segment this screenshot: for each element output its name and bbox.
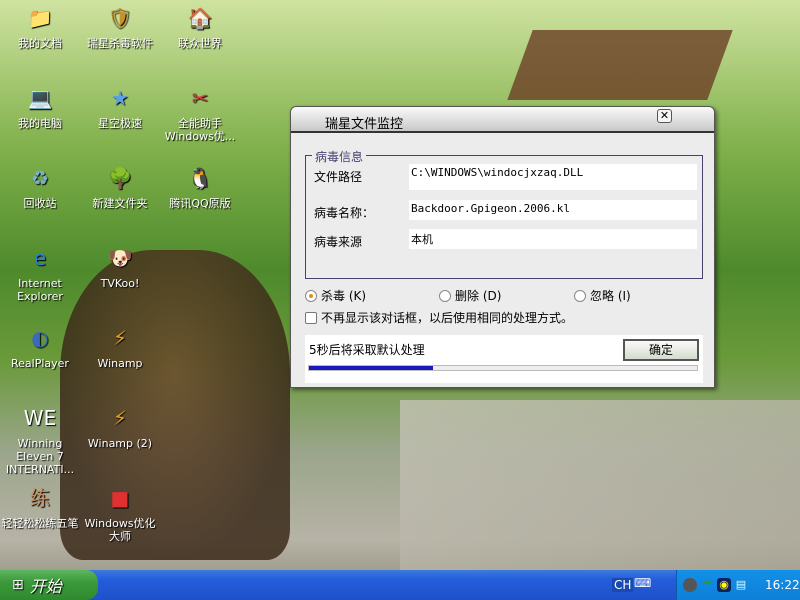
virus-name-field[interactable]: Backdoor.Gpigeon.2006.kl — [409, 200, 697, 220]
speaker-icon[interactable] — [683, 578, 697, 592]
network-monitor-icon[interactable]: ◉ — [717, 578, 731, 592]
desktop-icon[interactable]: 💻 我的电脑 — [0, 82, 80, 131]
icon-label: TVKoo! — [100, 277, 140, 290]
icon-label: 新建文件夹 — [92, 197, 148, 210]
start-label: 开始 — [29, 577, 62, 596]
wallpaper-stones — [400, 400, 800, 570]
icon-label: 我的文档 — [18, 37, 62, 50]
file-path-label: 文件路径 — [314, 170, 363, 184]
radio-label: 杀毒 (K) — [321, 289, 367, 303]
group-title: 病毒信息 — [312, 148, 367, 165]
app-icon: 🐧 — [187, 165, 213, 190]
progress-fill — [309, 366, 434, 370]
app-icon: 🌳 — [107, 165, 133, 190]
start-button[interactable]: ⊞ 开始 — [0, 570, 98, 600]
countdown-text: 5秒后将采取默认处理 — [309, 343, 425, 357]
desktop-icon[interactable]: e Internet Explorer — [0, 242, 80, 304]
icon-label: 瑞星杀毒软件 — [87, 37, 153, 50]
dont-show-checkbox[interactable]: 不再显示该对话框，以后使用相同的处理方式。 — [305, 309, 573, 326]
clock[interactable]: 16:22 — [765, 578, 800, 592]
desktop-icon[interactable]: 🐧 腾讯QQ原版 — [160, 162, 240, 211]
countdown-progress — [308, 365, 698, 371]
icon-label: RealPlayer — [11, 357, 69, 370]
radio-button[interactable] — [305, 289, 317, 302]
radio-button[interactable] — [574, 289, 586, 302]
radio-label: 删除 (D) — [455, 289, 502, 303]
keyboard-icon[interactable]: ⌨ — [634, 576, 651, 590]
icon-label: 我的电脑 — [18, 117, 62, 130]
desktop-icon[interactable]: WE Winning Eleven 7 INTERNATI... — [0, 402, 80, 477]
desktop-icon[interactable]: ♻ 回收站 — [0, 162, 80, 211]
icon-label: 轻轻松松练五笔 — [1, 517, 79, 530]
dialog-title: 瑞星文件监控 — [325, 117, 404, 132]
app-icon: 💻 — [27, 85, 53, 110]
icon-label: 全能助手 Windows优... — [164, 117, 236, 143]
wallpaper-roof — [507, 30, 733, 100]
app-icon: 练 — [30, 485, 50, 510]
desktop-icon[interactable]: 📁 我的文档 — [0, 2, 80, 51]
app-icon: 🐶 — [107, 245, 133, 270]
app-icon: e — [33, 245, 47, 270]
radio-kill[interactable]: 杀毒 (K) — [305, 287, 366, 304]
file-monitor-dialog: 瑞星文件监控 ✕ 病毒信息 文件路径 C:\WINDOWS\windocjxza… — [290, 106, 715, 388]
desktop-icon[interactable]: 练轻轻松松练五笔 — [0, 482, 80, 531]
desktop-icon[interactable]: 🏠 联众世界 — [160, 2, 240, 51]
icon-label: 回收站 — [23, 197, 57, 210]
app-icon: WE — [23, 405, 57, 430]
checkbox[interactable] — [305, 311, 317, 324]
icon-label: Winning Eleven 7 INTERNATI... — [5, 437, 75, 476]
app-icon: ⚡ — [112, 405, 128, 430]
app-icon: ✂ — [191, 85, 209, 110]
radio-ignore[interactable]: 忽略 (I) — [574, 287, 631, 304]
app-icon: ■ — [110, 485, 130, 510]
icon-label: 联众世界 — [178, 37, 222, 50]
app-icon: ♻ — [31, 165, 49, 190]
desktop-icon[interactable]: 🐶 TVKoo! — [80, 242, 160, 291]
desktop-icon[interactable]: ◐ RealPlayer — [0, 322, 80, 371]
desktop-icon[interactable]: ■ Windows优化大师 — [80, 482, 160, 544]
desktop-icon[interactable]: ⚡ Winamp (2) — [80, 402, 160, 451]
checkbox-label: 不再显示该对话框，以后使用相同的处理方式。 — [321, 311, 574, 325]
taskbar: ⊞ 开始 CH ⌨ ☂ ◉ ▤ 16:22 — [0, 570, 800, 600]
dialog-titlebar[interactable]: 瑞星文件监控 ✕ — [291, 107, 714, 133]
icon-label: Internet Explorer — [17, 277, 63, 303]
app-icon: ⚡ — [112, 325, 128, 350]
icon-label: Winamp — [97, 357, 143, 370]
ok-button[interactable]: 确定 — [623, 339, 699, 361]
radio-delete[interactable]: 删除 (D) — [439, 287, 501, 304]
close-button[interactable]: ✕ — [657, 109, 672, 123]
file-path-field[interactable]: C:\WINDOWS\windocjxzaq.DLL — [409, 164, 697, 190]
desktop-icon[interactable]: 🌳 新建文件夹 — [80, 162, 160, 211]
app-icon: 🛡 — [107, 5, 133, 30]
icon-label: 腾讯QQ原版 — [169, 197, 231, 210]
app-icon: ★ — [111, 85, 129, 110]
icon-label: 星空极速 — [98, 117, 142, 130]
desktop-icon[interactable]: ★ 星空极速 — [80, 82, 160, 131]
icon-label: Winamp (2) — [87, 437, 153, 450]
rising-shield-icon[interactable]: ▤ — [734, 578, 748, 592]
icon-label: Windows优化大师 — [84, 517, 156, 543]
source-field[interactable]: 本机 — [409, 229, 697, 249]
desktop-icon[interactable]: ✂ 全能助手 Windows优... — [160, 82, 240, 144]
radio-label: 忽略 (I) — [590, 289, 631, 303]
source-label: 病毒来源 — [314, 235, 363, 249]
app-icon: 🏠 — [187, 5, 213, 30]
language-indicator[interactable]: CH — [612, 578, 634, 592]
app-icon: 📁 — [27, 5, 53, 30]
umbrella-icon[interactable]: ☂ — [700, 578, 714, 592]
radio-button[interactable] — [439, 289, 451, 302]
virus-name-label: 病毒名称： — [314, 206, 375, 220]
windows-logo-icon: ⊞ — [12, 577, 24, 593]
virus-info-group: 病毒信息 文件路径 C:\WINDOWS\windocjxzaq.DLL 病毒名… — [305, 148, 703, 279]
desktop-icon[interactable]: 🛡 瑞星杀毒软件 — [80, 2, 160, 51]
app-icon: ◐ — [31, 325, 49, 350]
system-tray: ☂ ◉ ▤ 16:22 — [676, 570, 800, 600]
desktop-icon[interactable]: ⚡ Winamp — [80, 322, 160, 371]
